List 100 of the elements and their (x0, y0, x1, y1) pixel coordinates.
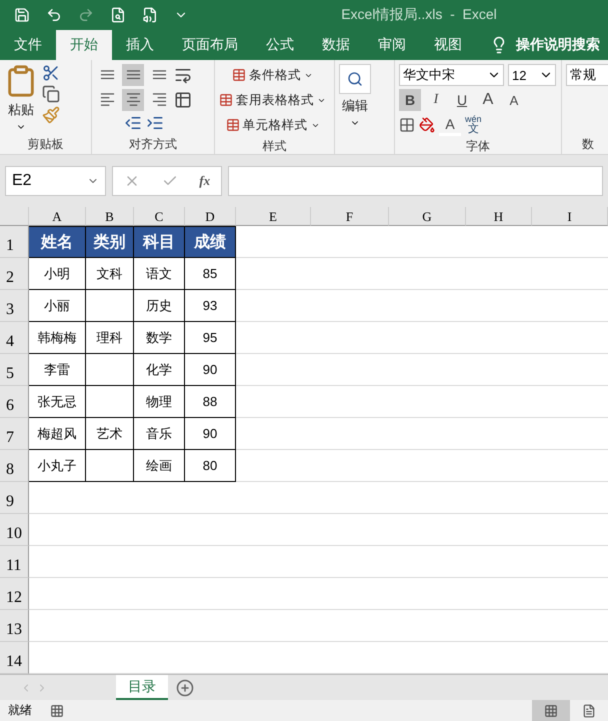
font-color-button[interactable]: A (439, 114, 461, 136)
italic-button[interactable]: I (425, 89, 447, 111)
document-icon[interactable] (142, 7, 158, 23)
merge-icon[interactable] (174, 91, 192, 109)
empty-table-cell (86, 354, 134, 386)
column-header[interactable]: E (236, 207, 311, 226)
styles-menu-button[interactable]: 单元格样式 (226, 114, 320, 136)
empty-table-cell (86, 450, 134, 482)
row-header[interactable]: 2 (0, 258, 29, 290)
phonetic-button[interactable]: wén 文 (465, 115, 482, 135)
ribbon-tab[interactable]: 开始 (56, 30, 112, 60)
copy-icon[interactable] (42, 85, 60, 103)
row-header[interactable]: 10 (0, 514, 29, 546)
group-label: 剪贴板 (26, 136, 64, 153)
window-title: Excel情报局..xls - Excel (340, 6, 497, 24)
column-header[interactable]: G (389, 207, 466, 226)
table-cell: 数学 (134, 322, 185, 354)
styles-menu-button[interactable]: 套用表格格式 (219, 89, 326, 111)
table-cell: 韩梅梅 (29, 322, 86, 354)
column-header[interactable]: A (29, 207, 86, 226)
wrap-text-icon[interactable] (174, 66, 192, 84)
table-cell: 小丸子 (29, 450, 86, 482)
styles-menu-button[interactable]: 条件格式 (232, 64, 313, 86)
align-left-icon (100, 93, 114, 107)
number-format-field[interactable]: 常规 (566, 64, 608, 86)
row-header[interactable]: 1 (0, 226, 29, 258)
table-cell: 艺术 (86, 418, 134, 450)
bold-button[interactable]: B (399, 89, 421, 111)
row-header[interactable]: 3 (0, 290, 29, 322)
table-cell: 小丽 (29, 290, 86, 322)
table-cell: 李雷 (29, 354, 86, 386)
table-cell: 历史 (134, 290, 185, 322)
font-size-field[interactable]: 12 (508, 64, 556, 86)
row-header[interactable]: 14 (0, 642, 29, 674)
column-header[interactable]: F (311, 207, 389, 226)
table-cell: 文科 (86, 258, 134, 290)
print-preview-icon[interactable] (110, 7, 126, 23)
column-header[interactable]: I (532, 207, 608, 226)
row-header[interactable]: 8 (0, 450, 29, 482)
indent-decrease-icon[interactable] (124, 114, 142, 132)
header-cell: 类别 (86, 226, 134, 258)
search-icon (347, 71, 363, 87)
find-button[interactable] (339, 64, 371, 94)
cut-icon[interactable] (42, 64, 60, 82)
table-icon (226, 118, 240, 132)
align-center-icon (126, 93, 140, 107)
name-box[interactable]: E2 (5, 166, 106, 196)
formula-field[interactable] (228, 166, 603, 196)
insert-function-button[interactable]: fx (199, 173, 210, 189)
row-header[interactable]: 6 (0, 386, 29, 418)
row-header[interactable]: 12 (0, 578, 29, 610)
row-header[interactable]: 13 (0, 610, 29, 642)
column-header[interactable]: D (185, 207, 236, 226)
ribbon-tab[interactable]: 文件 (0, 30, 56, 60)
ribbon-tab[interactable]: 视图 (420, 30, 476, 60)
row-header[interactable]: 9 (0, 482, 29, 514)
row-header[interactable]: 4 (0, 322, 29, 354)
sheet-tab[interactable]: 目录 (116, 675, 168, 700)
undo-icon[interactable] (46, 7, 62, 23)
table-icon (232, 68, 246, 82)
row-header[interactable]: 11 (0, 546, 29, 578)
border-icon[interactable] (399, 117, 415, 133)
group-label: 字体 (465, 138, 491, 155)
add-sheet-icon[interactable] (176, 678, 194, 696)
shrink-font-button[interactable]: A (503, 89, 525, 111)
normal-view-button[interactable] (532, 700, 570, 721)
table-cell: 88 (185, 386, 236, 418)
align-button[interactable] (122, 64, 144, 86)
align-button[interactable] (122, 89, 144, 111)
ribbon-tab[interactable]: 公式 (252, 30, 308, 60)
row-header[interactable]: 7 (0, 418, 29, 450)
table-cell: 张无忌 (29, 386, 86, 418)
paste-button[interactable]: 粘贴 (8, 101, 34, 119)
ribbon-tab[interactable]: 审阅 (364, 30, 420, 60)
row-header[interactable]: 5 (0, 354, 29, 386)
align-right-icon (152, 93, 166, 107)
header-cell: 科目 (134, 226, 185, 258)
page-icon (582, 704, 596, 718)
column-header[interactable]: H (466, 207, 532, 226)
fill-color-icon[interactable] (419, 117, 435, 133)
empty-table-cell (86, 290, 134, 322)
table-icon (219, 93, 233, 107)
save-icon[interactable] (14, 7, 30, 23)
indent-increase-icon[interactable] (146, 114, 164, 132)
ribbon-tab[interactable]: 页面布局 (168, 30, 252, 60)
group-label: 对齐方式 (128, 136, 178, 153)
font-name-field[interactable]: 华文中宋 (399, 64, 504, 86)
ribbon-tab[interactable]: 数据 (308, 30, 364, 60)
underline-button[interactable]: U (451, 89, 473, 111)
ribbon-tab[interactable]: 插入 (112, 30, 168, 60)
editing-button[interactable]: 编辑 (342, 97, 368, 115)
tell-me-search[interactable]: 操作说明搜索 (516, 36, 600, 54)
table-cell: 95 (185, 322, 236, 354)
status-text: 就绪 (8, 702, 32, 719)
align-bottom-icon (152, 70, 166, 80)
table-cell: 物理 (134, 386, 185, 418)
column-header[interactable]: C (134, 207, 185, 226)
grow-font-button[interactable]: A (477, 89, 499, 111)
group-label: 样式 (262, 138, 288, 155)
column-header[interactable]: B (86, 207, 134, 226)
